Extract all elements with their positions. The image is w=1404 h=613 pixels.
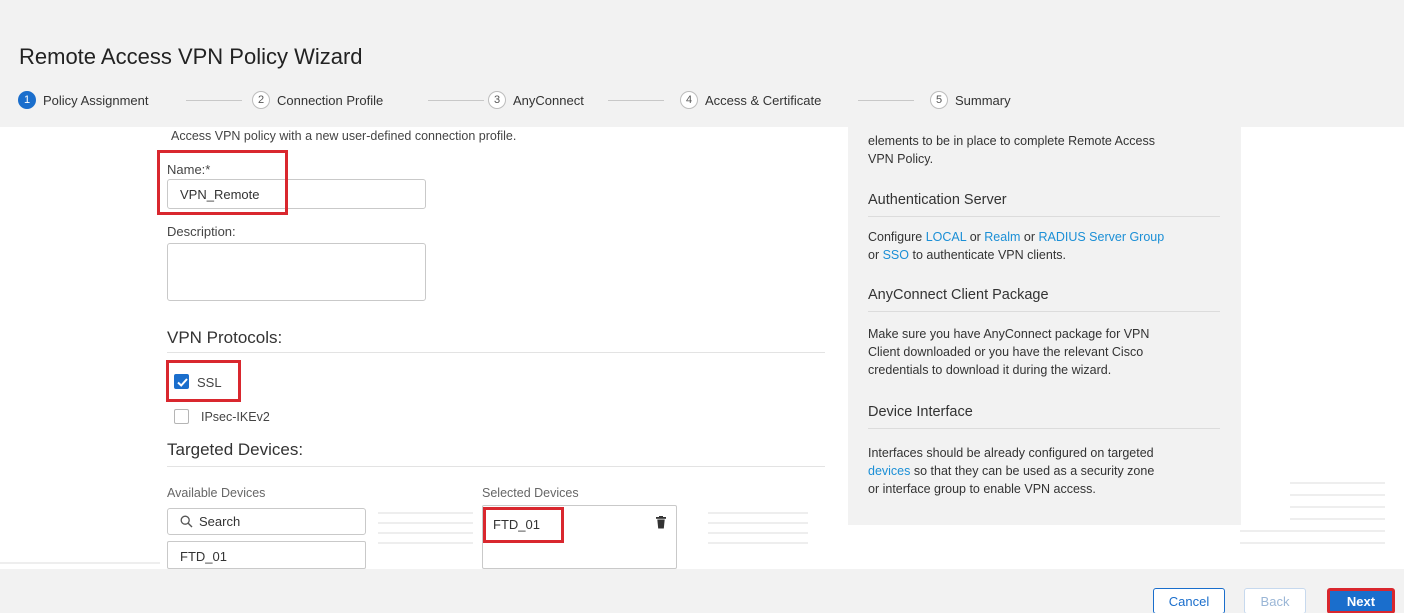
step-number: 5 (930, 91, 948, 109)
step-policy-assignment[interactable]: 1 Policy Assignment (18, 90, 149, 110)
help-panel: elements to be in place to complete Remo… (848, 127, 1241, 525)
text-fragment: so that they can be used as a security z… (910, 464, 1155, 478)
text-fragment: or (1020, 230, 1039, 244)
text-fragment: to authenticate VPN clients. (909, 248, 1067, 262)
device-search-input[interactable]: Search (167, 508, 366, 535)
step-label: Policy Assignment (43, 92, 149, 108)
vpn-protocols-title: VPN Protocols: (167, 328, 283, 347)
decorative-line (1240, 542, 1385, 544)
step-connection-profile[interactable]: 2 Connection Profile (252, 90, 383, 110)
intro-text: Access VPN policy with a new user-define… (171, 129, 517, 143)
devices-link[interactable]: devices (868, 464, 910, 478)
device-interface-text: Interfaces should be already configured … (868, 446, 1154, 460)
divider (868, 216, 1220, 217)
search-icon (180, 515, 193, 528)
step-anyconnect[interactable]: 3 AnyConnect (488, 90, 584, 110)
local-link[interactable]: LOCAL (926, 230, 967, 244)
help-intro-line: elements to be in place to complete Remo… (868, 134, 1155, 148)
trash-icon[interactable] (656, 516, 666, 529)
step-connector (186, 100, 242, 101)
step-summary[interactable]: 5 Summary (930, 90, 1011, 110)
text-fragment: or (868, 248, 883, 262)
radius-server-group-link[interactable]: RADIUS Server Group (1038, 230, 1164, 244)
decorative-line (378, 542, 473, 544)
step-label: Access & Certificate (705, 92, 822, 108)
description-field[interactable] (167, 243, 426, 301)
decorative-line (378, 532, 473, 534)
next-button[interactable]: Next (1327, 588, 1395, 613)
search-placeholder: Search (199, 514, 241, 529)
cancel-button[interactable]: Cancel (1153, 588, 1225, 613)
available-devices-list: FTD_01 (167, 541, 366, 569)
step-label: AnyConnect (513, 92, 584, 108)
realm-link[interactable]: Realm (984, 230, 1020, 244)
text-fragment: Configure (868, 230, 926, 244)
step-number: 4 (680, 91, 698, 109)
highlight-box (483, 507, 564, 543)
divider (167, 352, 825, 353)
decorative-line (1290, 518, 1385, 520)
divider (167, 466, 825, 467)
step-access-certificate[interactable]: 4 Access & Certificate (680, 90, 821, 110)
ipsec-ikev2-label: IPsec-IKEv2 (201, 410, 270, 424)
selected-devices-label: Selected Devices (482, 486, 579, 500)
step-connector (858, 100, 914, 101)
step-connector (428, 100, 484, 101)
page-title: Remote Access VPN Policy Wizard (19, 44, 363, 69)
description-label: Description: (167, 224, 236, 239)
anyconnect-text: Client downloaded or you have the releva… (868, 345, 1144, 359)
decorative-line (708, 542, 808, 544)
wizard-header: Remote Access VPN Policy Wizard 1 Policy… (0, 0, 1404, 127)
back-button[interactable]: Back (1244, 588, 1306, 613)
help-intro-line: VPN Policy. (868, 152, 934, 166)
highlight-box (166, 360, 241, 402)
list-item[interactable]: FTD_01 (180, 549, 227, 564)
decorative-line (708, 522, 808, 524)
decorative-line (708, 532, 808, 534)
wizard-footer: Cancel Back Next (0, 569, 1404, 613)
auth-server-text: Configure LOCAL or Realm or RADIUS Serve… (868, 228, 1228, 246)
step-number: 2 (252, 91, 270, 109)
ipsec-ikev2-checkbox[interactable] (174, 409, 189, 424)
decorative-line (708, 512, 808, 514)
step-number: 1 (18, 91, 36, 109)
decorative-line (378, 512, 473, 514)
sso-link[interactable]: SSO (883, 248, 909, 262)
anyconnect-package-title: AnyConnect Client Package (868, 287, 1049, 303)
anyconnect-text: credentials to download it during the wi… (868, 363, 1112, 377)
targeted-devices-title: Targeted Devices: (167, 440, 304, 459)
decorative-line (0, 562, 160, 564)
step-label: Summary (955, 92, 1011, 108)
divider (868, 311, 1220, 312)
highlight-box (157, 150, 288, 215)
anyconnect-text: Make sure you have AnyConnect package fo… (868, 327, 1150, 341)
divider (868, 428, 1220, 429)
decorative-line (378, 522, 473, 524)
device-interface-text: devices so that they can be used as a se… (868, 462, 1228, 480)
text-fragment: or (966, 230, 985, 244)
step-label: Connection Profile (277, 92, 384, 108)
decorative-line (1240, 530, 1385, 532)
decorative-line (1290, 482, 1385, 484)
device-interface-title: Device Interface (868, 404, 973, 420)
device-interface-text: or interface group to enable VPN access. (868, 482, 1096, 496)
decorative-line (1290, 506, 1385, 508)
wizard-steps: 1 Policy Assignment 2 Connection Profile… (18, 90, 1118, 110)
auth-server-text: or SSO to authenticate VPN clients. (868, 246, 1228, 264)
step-number: 3 (488, 91, 506, 109)
available-devices-label: Available Devices (167, 486, 266, 500)
auth-server-title: Authentication Server (868, 192, 1007, 208)
decorative-line (1290, 494, 1385, 496)
step-connector (608, 100, 664, 101)
